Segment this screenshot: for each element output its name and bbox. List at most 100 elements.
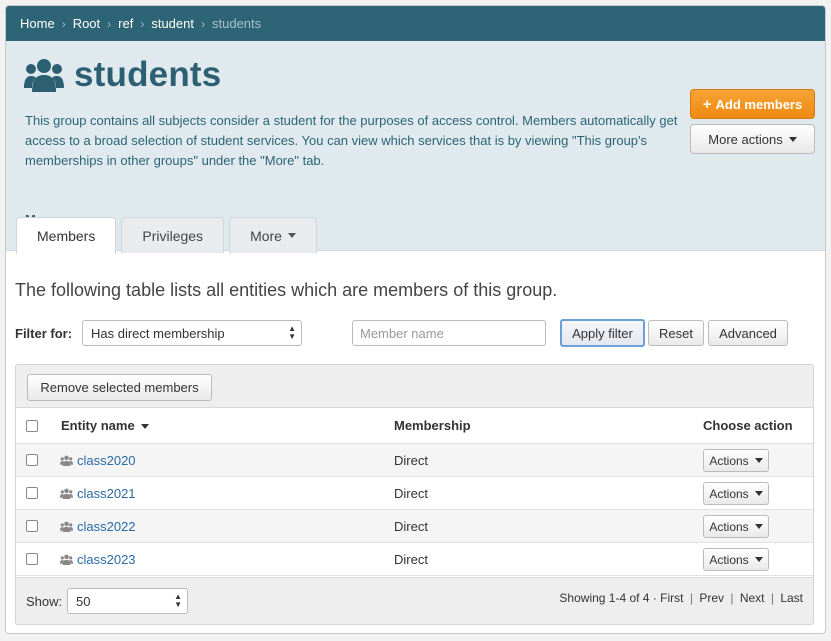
pager-summary: Showing 1-4 of 4 [559,591,650,605]
pager-separator: | [689,591,693,605]
entity-link[interactable]: class2021 [60,486,136,501]
caret-down-icon [754,491,763,496]
row-checkbox[interactable] [26,553,38,565]
filter-row: Filter for: Has direct membership ▲ ▼ Mem… [15,319,815,349]
group-icon [60,455,73,466]
member-name-placeholder: Member name [360,325,444,341]
reset-button[interactable]: Reset [648,320,704,346]
entity-link[interactable]: class2022 [60,519,136,534]
tab-privileges-label: Privileges [142,227,204,244]
row-checkbox[interactable] [26,487,38,499]
breadcrumb-current: students [211,16,262,31]
select-all-checkbox[interactable] [26,420,38,432]
row-actions-label: Actions [709,552,749,567]
show-label: Show: [26,594,63,609]
membership-type: Direct [394,552,428,567]
row-actions-button[interactable]: Actions [703,515,769,538]
table-toolbar: Remove selected members [16,365,813,408]
entity-link[interactable]: class2023 [60,552,136,567]
membership-type: Direct [394,519,428,534]
group-icon [60,488,73,499]
remove-selected-button[interactable]: Remove selected members [27,374,212,401]
pager-last-link[interactable]: Last [780,591,803,605]
membership-filter-value: Has direct membership [91,325,225,341]
members-table-panel: Remove selected members Entity name Memb… [15,364,814,625]
breadcrumb-separator-icon: › [200,16,205,31]
choose-action-header: Choose action [703,418,793,433]
tab-more-label: More [250,227,282,244]
page-size-select[interactable]: 50 ▲ ▼ [67,588,188,614]
table-row: class2020 Direct Actions [16,444,813,477]
breadcrumb-root[interactable]: Root [73,16,100,31]
advanced-button[interactable]: Advanced [708,320,788,346]
pager-first-link[interactable]: First [660,591,683,605]
plus-icon: + [702,95,712,113]
sort-desc-icon [140,424,149,430]
pager-prev-link[interactable]: Prev [699,591,724,605]
tab-privileges[interactable]: Privileges [121,217,225,253]
membership-type: Direct [394,486,428,501]
add-members-label: Add members [715,96,803,112]
row-actions-label: Actions [709,519,749,534]
group-icon [24,59,64,92]
caret-down-icon [287,233,296,238]
table-row: class2023 Direct Actions [16,543,813,576]
breadcrumb-home[interactable]: Home [20,16,55,31]
caret-down-icon [754,524,763,529]
breadcrumb-separator-icon: › [140,16,145,31]
group-icon [60,521,73,532]
row-actions-label: Actions [709,453,749,468]
add-members-button[interactable]: + Add members [690,89,815,119]
breadcrumb-separator-icon: › [107,16,112,31]
remove-selected-label: Remove selected members [40,380,199,395]
pager-separator: | [770,591,774,605]
membership-type: Direct [394,453,428,468]
entity-name: class2021 [77,486,136,501]
table-footer: Show: 50 ▲ ▼ Showing 1-4 of 4 · First | P… [16,577,813,624]
group-icon [60,554,73,565]
apply-filter-label: Apply filter [572,325,633,341]
table-row: class2021 Direct Actions [16,477,813,510]
pager: Showing 1-4 of 4 · First | Prev | Next |… [559,591,803,605]
entity-link[interactable]: class2020 [60,453,136,468]
select-arrows-icon: ▲ ▼ [288,324,296,341]
row-checkbox[interactable] [26,520,38,532]
select-arrows-icon: ▲ ▼ [174,592,182,609]
group-header: students This group contains all subject… [6,41,825,254]
reset-label: Reset [659,325,693,341]
row-actions-button[interactable]: Actions [703,449,769,472]
tab-more[interactable]: More [229,217,317,253]
pager-separator: | [730,591,734,605]
breadcrumb: Home › Root › ref › student › students [6,6,825,41]
entity-name: class2020 [77,453,136,468]
membership-filter-select[interactable]: Has direct membership ▲ ▼ [82,320,302,346]
tab-members[interactable]: Members [16,217,117,254]
table-row: class2022 Direct Actions [16,510,813,543]
entity-name-header-label: Entity name [61,418,135,433]
row-actions-label: Actions [709,486,749,501]
caret-down-icon [754,557,763,562]
more-actions-button[interactable]: More actions [690,124,815,154]
membership-header: Membership [394,418,471,433]
tab-members-label: Members [37,228,96,244]
more-actions-label: More actions [708,131,783,147]
pager-next-link[interactable]: Next [740,591,765,605]
entity-name: class2022 [77,519,136,534]
tab-bar: Members Privileges More [16,214,322,254]
table-body: class2020 Direct Actions class2021 Direct Act… [16,444,813,576]
row-actions-button[interactable]: Actions [703,548,769,571]
member-name-input[interactable]: Member name [352,320,546,346]
row-actions-button[interactable]: Actions [703,482,769,505]
row-checkbox[interactable] [26,454,38,466]
entity-name-header[interactable]: Entity name [61,418,149,433]
breadcrumb-separator-icon: › [61,16,66,31]
members-intro: The following table lists all entities w… [15,280,558,300]
breadcrumb-student[interactable]: student [151,16,194,31]
group-description: This group contains all subjects conside… [25,113,678,168]
page-size-value: 50 [76,593,91,609]
caret-down-icon [788,136,797,142]
apply-filter-button[interactable]: Apply filter [560,319,645,347]
breadcrumb-ref[interactable]: ref [118,16,133,31]
title-row: students [24,55,221,95]
table-header: Entity name Membership Choose action [16,408,813,444]
